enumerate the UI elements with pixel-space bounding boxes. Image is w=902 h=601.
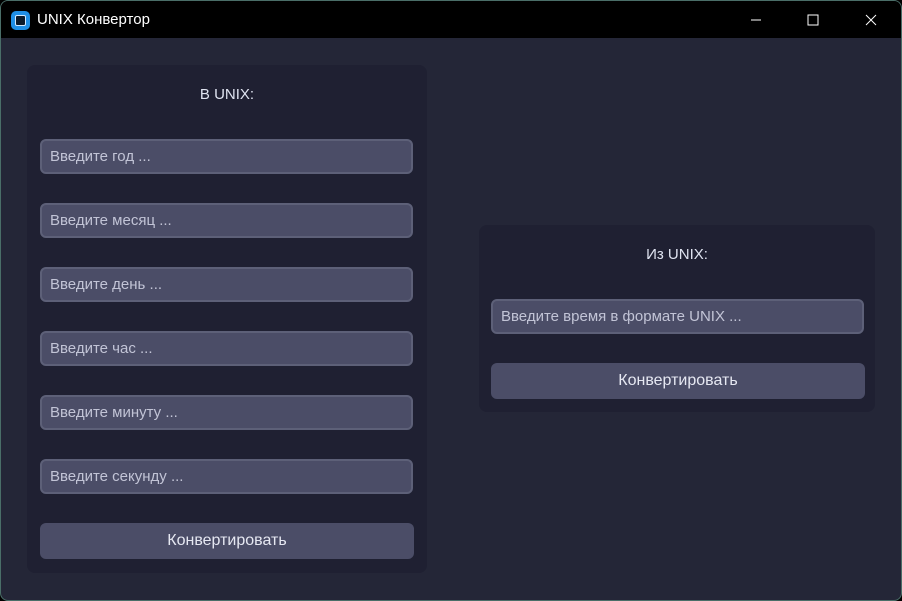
- minute-input[interactable]: [40, 395, 413, 430]
- from-unix-panel: Из UNIX: Конвертировать: [479, 225, 875, 412]
- from-unix-heading: Из UNIX:: [646, 246, 708, 263]
- to-unix-heading: В UNIX:: [199, 86, 255, 103]
- maximize-button[interactable]: [784, 1, 842, 38]
- hour-input[interactable]: [40, 331, 413, 366]
- convert-to-unix-button[interactable]: Конвертировать: [40, 523, 414, 559]
- app-icon: [11, 11, 30, 30]
- unix-timestamp-input[interactable]: [491, 299, 864, 334]
- title-bar[interactable]: UNIX Конвертор: [1, 1, 901, 38]
- close-button[interactable]: [842, 1, 900, 38]
- app-window: UNIX Конвертор В UNIX: Конвертировать: [0, 0, 902, 601]
- to-unix-panel: В UNIX: Конвертировать: [27, 65, 427, 573]
- minimize-icon: [751, 19, 761, 20]
- maximize-icon: [807, 14, 819, 25]
- minimize-button[interactable]: [727, 1, 785, 38]
- second-input[interactable]: [40, 459, 413, 494]
- convert-from-unix-button[interactable]: Конвертировать: [491, 363, 865, 399]
- window-title: UNIX Конвертор: [37, 11, 150, 28]
- month-input[interactable]: [40, 203, 413, 238]
- day-input[interactable]: [40, 267, 413, 302]
- close-icon: [865, 14, 877, 25]
- year-input[interactable]: [40, 139, 413, 174]
